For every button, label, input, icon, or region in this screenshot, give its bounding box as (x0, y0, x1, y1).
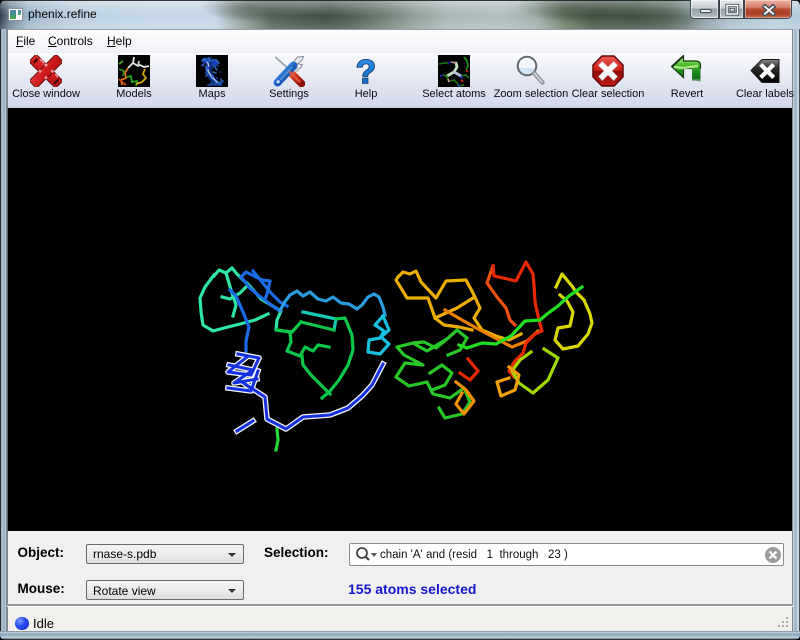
svg-text:?: ? (356, 55, 376, 87)
